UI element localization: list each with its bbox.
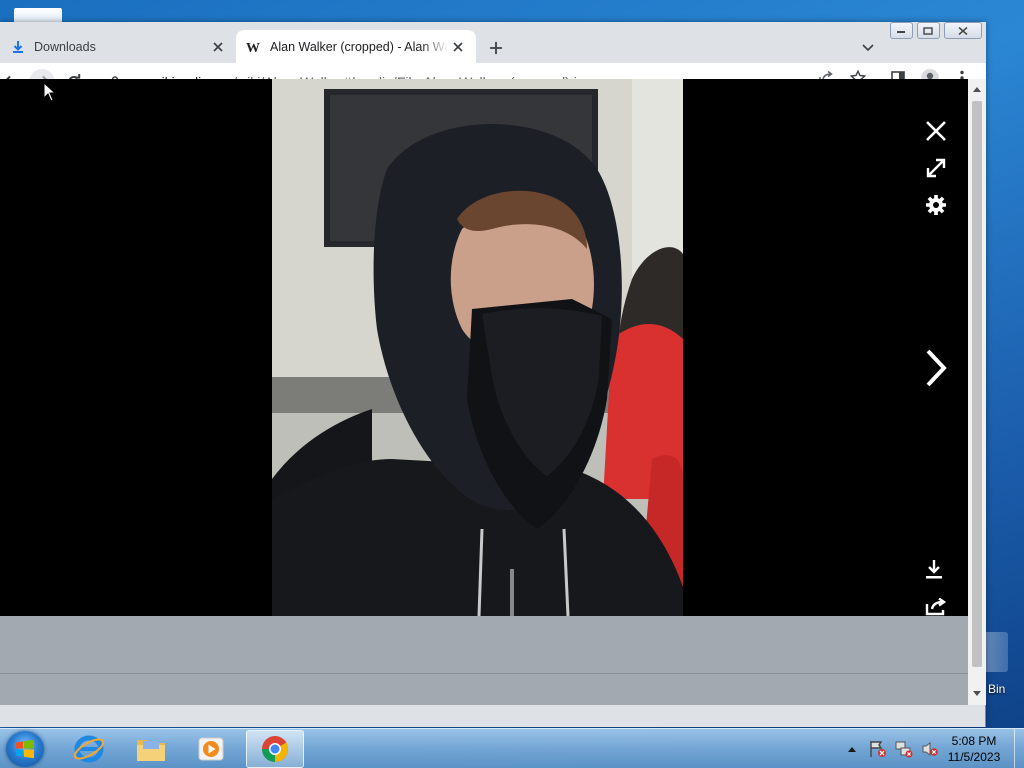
file-explorer-icon[interactable] <box>122 730 180 768</box>
show-hidden-icons-icon[interactable] <box>842 739 862 759</box>
minimize-button[interactable] <box>890 22 913 39</box>
chrome-icon[interactable] <box>246 730 304 768</box>
internet-explorer-icon[interactable] <box>60 730 118 768</box>
fullscreen-icon[interactable] <box>920 152 952 184</box>
scroll-up-arrow-icon[interactable] <box>973 87 981 92</box>
web-page <box>0 79 968 705</box>
wikipedia-w-icon: W <box>246 39 262 55</box>
close-tab-icon[interactable] <box>208 37 228 57</box>
action-center-flag-icon[interactable] <box>868 739 888 759</box>
metadata-panel-divider <box>0 673 968 674</box>
close-icon[interactable] <box>920 115 952 147</box>
close-window-button[interactable] <box>943 22 982 39</box>
svg-text:W: W <box>246 41 260 54</box>
new-tab-button[interactable] <box>484 36 508 60</box>
download-icon[interactable] <box>918 553 950 585</box>
recycle-bin-label[interactable]: Bin <box>988 682 1005 696</box>
taskbar-clock[interactable]: 5:08 PM 11/5/2023 <box>936 733 1012 765</box>
scroll-down-arrow-icon[interactable] <box>973 691 981 696</box>
clock-date: 11/5/2023 <box>947 750 1001 764</box>
tab-alan-walker[interactable]: W Alan Walker (cropped) - Alan Walker <box>236 30 476 63</box>
maximize-button[interactable] <box>916 22 940 39</box>
window-controls <box>890 22 986 40</box>
tab-strip: Downloads W Alan Walker (cropped) - Alan… <box>0 22 986 63</box>
settings-gear-icon[interactable] <box>920 189 952 221</box>
taskbar: 5:08 PM 11/5/2023 <box>0 728 1024 768</box>
share-icon[interactable] <box>920 591 952 623</box>
page-scrollbar[interactable] <box>968 79 986 705</box>
media-image[interactable] <box>272 79 683 616</box>
close-tab-icon[interactable] <box>448 37 468 57</box>
download-icon <box>10 39 26 55</box>
mouse-cursor-icon <box>43 81 57 102</box>
show-desktop-button[interactable] <box>1014 729 1024 768</box>
tab-title: Downloads <box>34 39 96 54</box>
recycle-bin-icon[interactable] <box>984 632 1008 672</box>
media-player-icon[interactable] <box>182 730 240 768</box>
start-button[interactable] <box>6 731 44 767</box>
scroll-thumb[interactable] <box>972 101 982 667</box>
system-tray <box>842 729 946 768</box>
tab-title: Alan Walker (cropped) - Alan Walker <box>270 39 448 54</box>
network-icon[interactable] <box>894 739 914 759</box>
tab-search-chevron-icon[interactable] <box>856 36 880 60</box>
next-image-icon[interactable] <box>920 349 952 387</box>
media-viewer <box>0 79 968 616</box>
clock-time: 5:08 PM <box>951 734 997 748</box>
tab-downloads[interactable]: Downloads <box>0 30 236 63</box>
